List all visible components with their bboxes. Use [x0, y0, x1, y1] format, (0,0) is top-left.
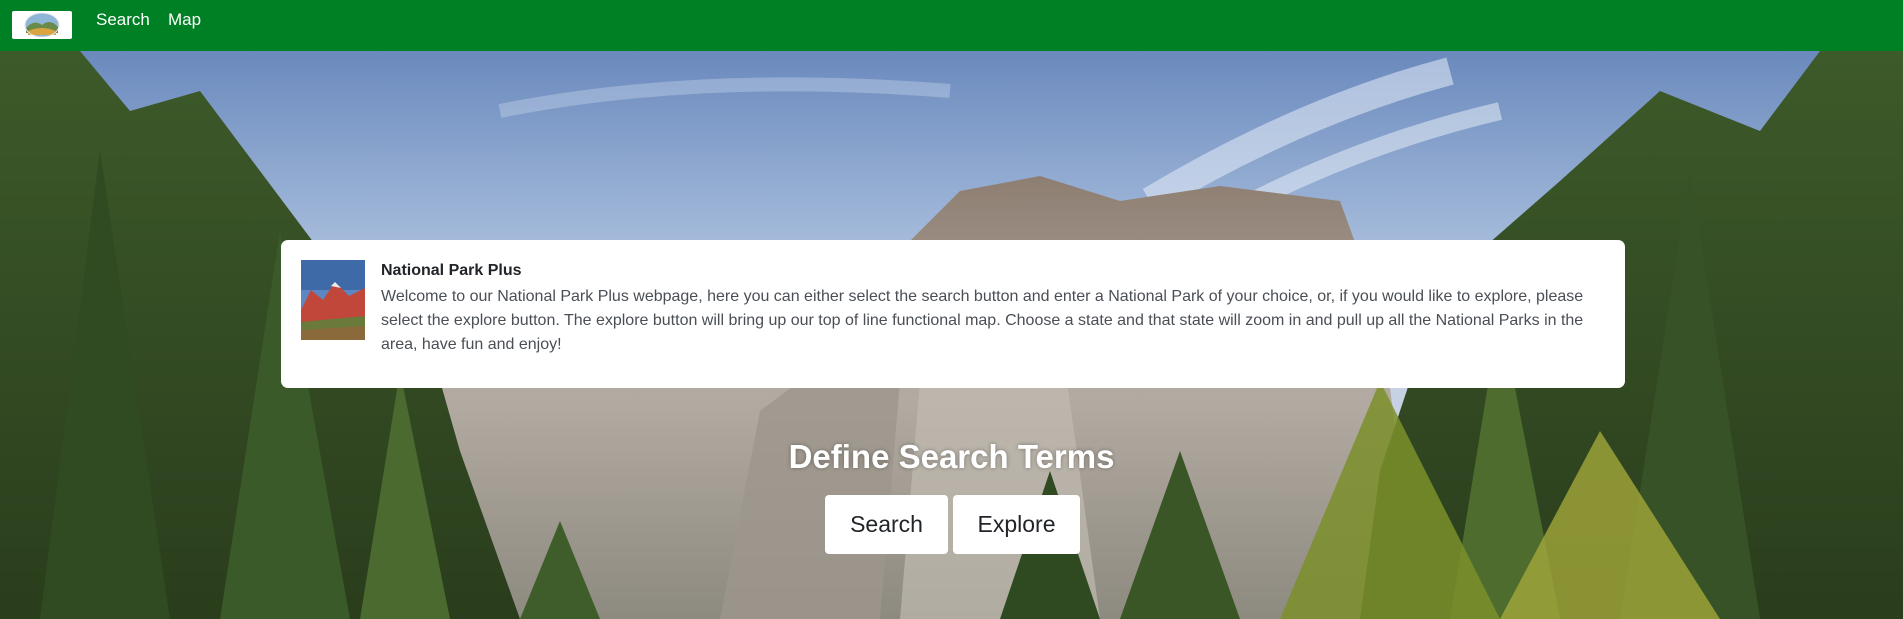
park-landscape-logo-icon[interactable] [12, 11, 72, 39]
red-rock-mountain-thumbnail-icon [301, 260, 365, 340]
explore-button[interactable]: Explore [953, 495, 1080, 554]
search-button[interactable]: Search [825, 495, 948, 554]
card-title: National Park Plus [381, 262, 522, 279]
nav-link-search[interactable]: Search [96, 10, 150, 30]
card-description: Welcome to our National Park Plus webpag… [381, 288, 1584, 353]
nav-link-map[interactable]: Map [168, 10, 201, 30]
search-heading: Define Search Terms [788, 438, 1115, 475]
top-navbar: Search Map [0, 0, 1903, 51]
info-card: National Park Plus Welcome to our Nation… [281, 240, 1625, 388]
